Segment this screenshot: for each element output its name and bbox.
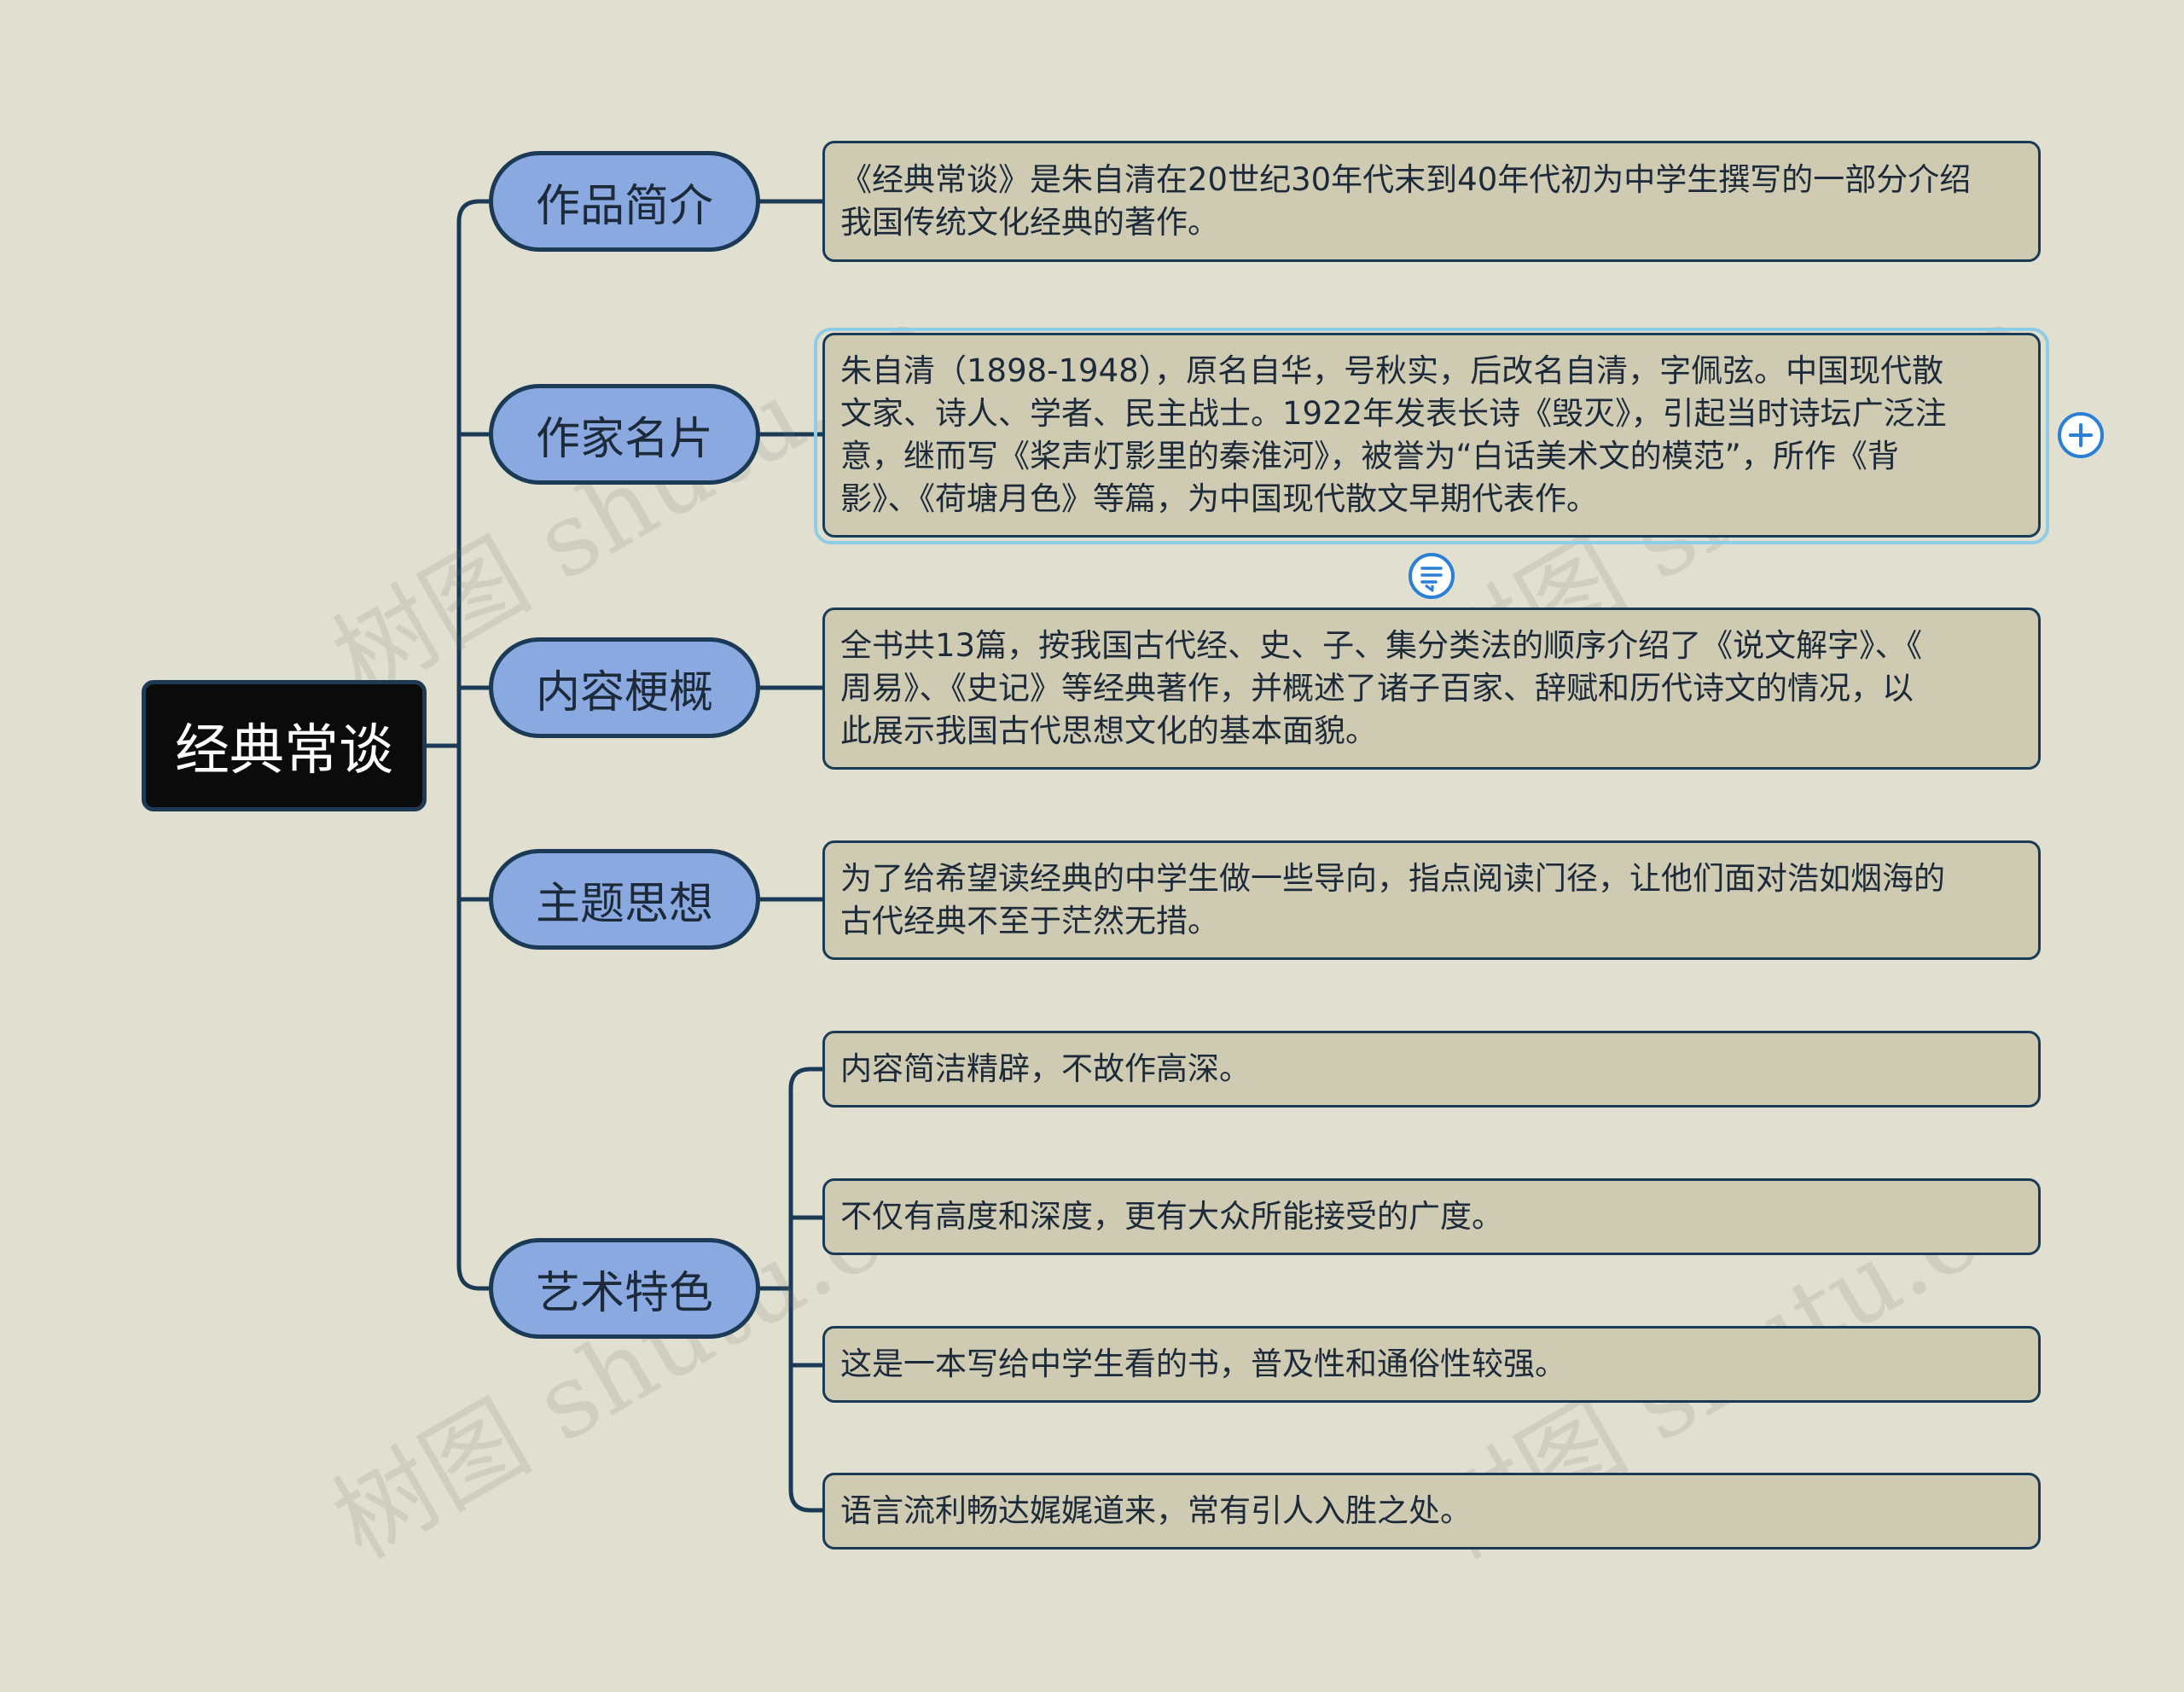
- leaf-node-works-intro[interactable]: 《经典常谈》是朱自清在20世纪30年代末到40年代初为中学生撰写的一部分介绍 我…: [822, 141, 2041, 262]
- plus-circle-icon[interactable]: [2058, 412, 2104, 458]
- leaf-text-line: 这是一本写给中学生看的书，普及性和通俗性较强。: [840, 1346, 1566, 1382]
- leaf-text-line: 朱自清（1898-1948），原名自华，号秋实，后改名自清，字佩弦。中国现代散: [840, 352, 1944, 389]
- leaf-text-line: 周易》、《史记》等经典著作，并概述了诸子百家、辞赋和历代诗文的情况，以: [840, 670, 1914, 706]
- root-node-label: 经典常谈: [175, 719, 393, 782]
- root-node[interactable]: 经典常谈: [142, 680, 427, 811]
- connector-art-leaf-4: [788, 1487, 825, 1513]
- leaf-text-line: 全书共13篇，按我国古代经、史、子、集分类法的顺序介绍了《说文解字》、《: [840, 627, 1923, 664]
- connector-branch-1: [456, 199, 491, 224]
- leaf-node-text: 为了给希望读经典的中学生做一些导向，指点阅读门径，让他们面对浩如烟海的 古代经典…: [840, 858, 1945, 943]
- branch-node-label: 艺术特色: [535, 1267, 713, 1319]
- leaf-text-line: 意，继而写《桨声灯影里的秦淮河》，被誉为“白话美术文的模范”，所作《背: [840, 438, 1899, 474]
- branch-node-label: 作家名片: [535, 413, 713, 465]
- branch-node-theme[interactable]: 主题思想: [489, 849, 760, 950]
- leaf-node-theme[interactable]: 为了给希望读经典的中学生做一些导向，指点阅读门径，让他们面对浩如烟海的 古代经典…: [822, 840, 2041, 960]
- connector-art-leaf-1: [788, 1067, 825, 1091]
- leaf-node-text: 全书共13篇，按我国古代经、史、子、集分类法的顺序介绍了《说文解字》、《 周易》…: [840, 625, 1922, 753]
- mind-map-canvas: 树图 shutu.cn 树图 shutu.cn 树图 shutu.cn 树图 s…: [0, 0, 2184, 1692]
- leaf-node-content-summary[interactable]: 全书共13篇，按我国古代经、史、子、集分类法的顺序介绍了《说文解字》、《 周易》…: [822, 608, 2041, 770]
- leaf-node-text: 朱自清（1898-1948），原名自华，号秋实，后改名自清，字佩弦。中国现代散 …: [840, 350, 1947, 520]
- leaf-text-line: 古代经典不至于茫然无措。: [840, 903, 1219, 939]
- leaf-text-line: 影》、《荷塘月色》等篇，为中国现代散文早期代表作。: [840, 480, 1598, 517]
- leaf-node-text: 《经典常谈》是朱自清在20世纪30年代末到40年代初为中学生撰写的一部分介绍 我…: [840, 159, 1971, 244]
- branch-node-author-card[interactable]: 作家名片: [489, 384, 760, 485]
- connector-branch-5: [456, 1263, 491, 1291]
- leaf-text-line: 文家、诗人、学者、民主战士。1922年发表长诗《毁灭》，引起当时诗坛广泛注: [840, 395, 1947, 432]
- leaf-text-line: 不仅有高度和深度，更有大众所能接受的广度。: [840, 1198, 1503, 1235]
- leaf-node-art-3[interactable]: 这是一本写给中学生看的书，普及性和通俗性较强。: [822, 1326, 2041, 1403]
- branch-node-label: 作品简介: [535, 180, 713, 232]
- leaf-text-line: 为了给希望读经典的中学生做一些导向，指点阅读门径，让他们面对浩如烟海的: [840, 860, 1945, 897]
- leaf-text-line: 内容简洁精辟，不故作高深。: [840, 1050, 1251, 1087]
- leaf-text-line: 我国传统文化经典的著作。: [840, 204, 1219, 241]
- leaf-node-art-1[interactable]: 内容简洁精辟，不故作高深。: [822, 1031, 2041, 1108]
- leaf-node-author-card[interactable]: 朱自清（1898-1948），原名自华，号秋实，后改名自清，字佩弦。中国现代散 …: [822, 333, 2041, 538]
- note-icon[interactable]: [1409, 553, 1455, 599]
- branch-node-label: 主题思想: [535, 878, 713, 930]
- branch-node-works-intro[interactable]: 作品简介: [489, 151, 760, 252]
- leaf-text-line: 语言流利畅达娓娓道来，常有引人入胜之处。: [840, 1492, 1472, 1529]
- leaf-text-line: 《经典常谈》是朱自清在20世纪30年代末到40年代初为中学生撰写的一部分介绍: [840, 161, 1972, 198]
- leaf-node-art-2[interactable]: 不仅有高度和深度，更有大众所能接受的广度。: [822, 1178, 2041, 1255]
- branch-node-label: 内容梗概: [535, 666, 713, 718]
- leaf-node-art-4[interactable]: 语言流利畅达娓娓道来，常有引人入胜之处。: [822, 1473, 2041, 1550]
- branch-node-content-summary[interactable]: 内容梗概: [489, 637, 760, 738]
- leaf-text-line: 此展示我国古代思想文化的基本面貌。: [840, 712, 1377, 749]
- branch-node-art-features[interactable]: 艺术特色: [489, 1238, 760, 1339]
